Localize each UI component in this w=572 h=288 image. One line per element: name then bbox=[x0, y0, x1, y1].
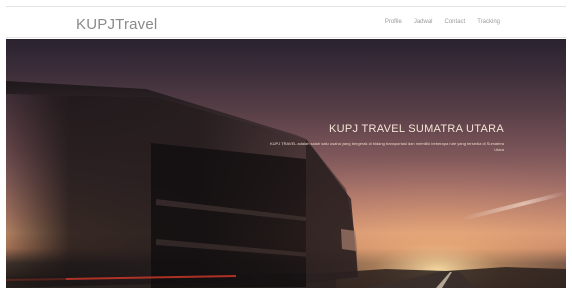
nav-link-contact[interactable]: Contact bbox=[445, 19, 466, 25]
hero-text-block: KUPJ TRAVEL SUMATRA UTARA KUPJ TRAVEL ad… bbox=[204, 123, 504, 153]
nav-link-jadwal[interactable]: Jadwal bbox=[414, 19, 433, 25]
hero-description: KUPJ TRAVEL adalah salah satu usaha yang… bbox=[269, 141, 504, 152]
hero-title: KUPJ TRAVEL SUMATRA UTARA bbox=[329, 123, 504, 135]
nav-link-tracking[interactable]: Tracking bbox=[477, 19, 500, 25]
hero-background-image bbox=[6, 39, 566, 288]
nav-links: Profile Jadwal Contact Tracking bbox=[385, 19, 500, 25]
page: KUPJTravel Profile Jadwal Contact Tracki… bbox=[0, 0, 572, 288]
brand-logo[interactable]: KUPJTravel bbox=[76, 16, 157, 33]
hero-banner: KUPJ TRAVEL SUMATRA UTARA KUPJ TRAVEL ad… bbox=[6, 39, 566, 288]
navbar: KUPJTravel Profile Jadwal Contact Tracki… bbox=[6, 6, 566, 38]
nav-link-profile[interactable]: Profile bbox=[385, 19, 402, 25]
